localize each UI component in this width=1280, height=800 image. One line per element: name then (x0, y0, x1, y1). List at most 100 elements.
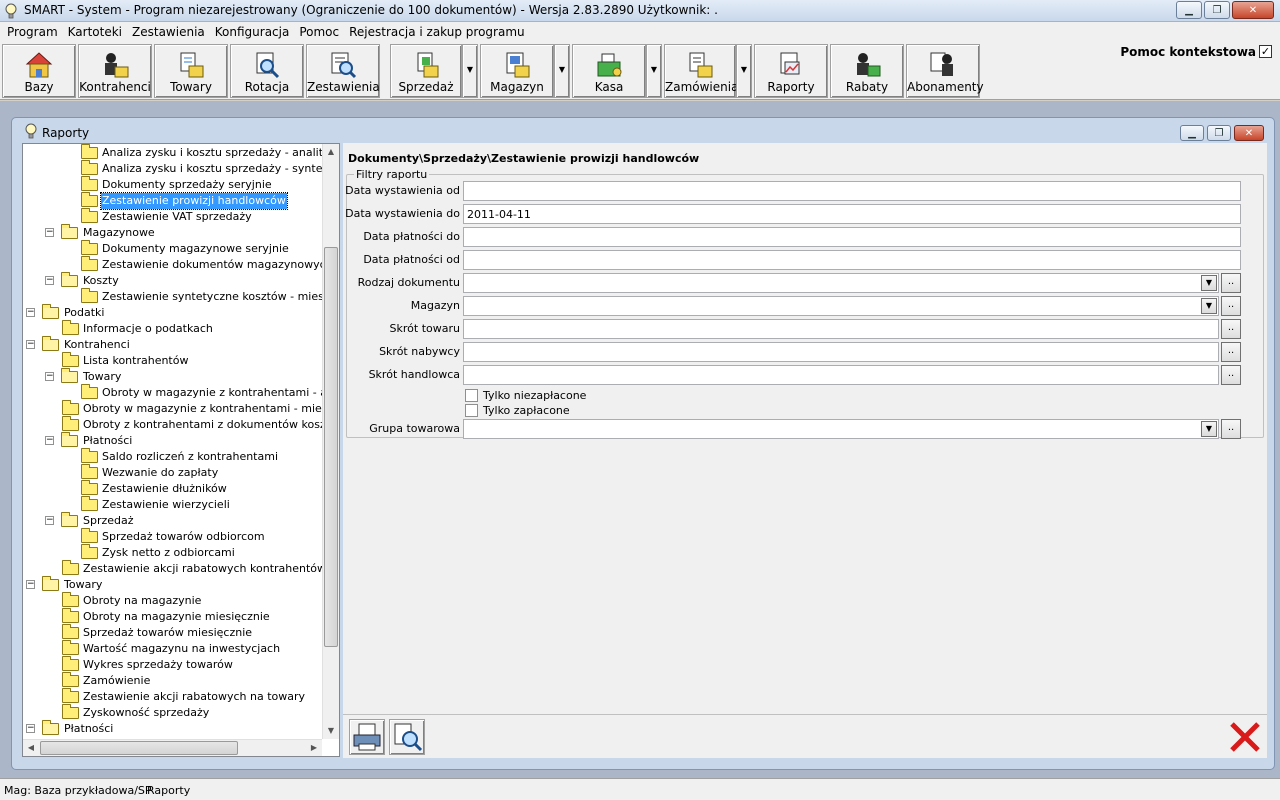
filter-row: Grupa towarowa ▼ .. (347, 419, 1265, 439)
product-code-browse-button[interactable]: .. (1221, 319, 1241, 339)
warehouse-select[interactable] (463, 296, 1219, 316)
product-group-browse-button[interactable]: .. (1221, 419, 1241, 439)
tree-collapse-icon[interactable]: − (26, 580, 35, 589)
tree-item-label: Zamówienie (83, 674, 151, 687)
folder-icon (62, 608, 79, 623)
order-icon (689, 52, 713, 78)
toolbar-sprzedaz-button[interactable]: Sprzedaż (390, 44, 462, 98)
magazyn-dropdown[interactable]: ▼ (554, 44, 570, 98)
warehouse-browse-button[interactable]: .. (1221, 296, 1241, 316)
house-icon (25, 52, 53, 78)
print-button[interactable] (349, 719, 385, 755)
folder-open-icon (61, 432, 78, 447)
toolbar-towary-button[interactable]: Towary (154, 44, 228, 98)
scroll-up-arrow-icon[interactable]: ▲ (323, 144, 339, 160)
toolbar-raporty-button[interactable]: Raporty (754, 44, 828, 98)
tree-collapse-icon[interactable]: − (26, 724, 35, 733)
menu-kartoteki[interactable]: Kartoteki (63, 25, 127, 39)
tree-collapse-icon[interactable]: − (45, 516, 54, 525)
menu-rejestracja[interactable]: Rejestracja i zakup programu (344, 25, 530, 39)
scroll-down-arrow-icon[interactable]: ▼ (323, 723, 339, 739)
document-type-select[interactable] (463, 273, 1219, 293)
sales-icon (417, 52, 439, 78)
child-maximize-button[interactable]: ❐ (1207, 125, 1231, 141)
toolbar-zestawienia-button[interactable]: Zestawienia (306, 44, 380, 98)
document-type-browse-button[interactable]: .. (1221, 273, 1241, 293)
product-group-select[interactable] (463, 419, 1219, 439)
chevron-down-icon[interactable]: ▼ (1201, 298, 1217, 314)
status-warehouse: Mag: Baza przykładowa/SP (4, 784, 152, 797)
product-code-input[interactable] (463, 319, 1219, 339)
only-unpaid-checkbox[interactable] (465, 389, 478, 402)
tree-item-label: Kontrahenci (64, 338, 130, 351)
salesperson-code-browse-button[interactable]: .. (1221, 365, 1241, 385)
buyer-code-browse-button[interactable]: .. (1221, 342, 1241, 362)
filter-row: Rodzaj dokumentu ▼ .. (347, 273, 1265, 293)
menu-zestawienia[interactable]: Zestawienia (127, 25, 210, 39)
tree-collapse-icon[interactable]: − (26, 308, 35, 317)
toolbar-magazyn-button[interactable]: Magazyn (480, 44, 554, 98)
child-close-button[interactable]: ✕ (1234, 125, 1264, 141)
chevron-down-icon[interactable]: ▼ (1201, 421, 1217, 437)
menu-pomoc[interactable]: Pomoc (294, 25, 344, 39)
minimize-button[interactable]: ▁ (1176, 1, 1202, 19)
child-minimize-button[interactable]: ▁ (1180, 125, 1204, 141)
toolbar-zamowienia-button[interactable]: Zamówienia (664, 44, 738, 98)
maximize-button[interactable]: ❐ (1204, 1, 1230, 19)
scroll-right-arrow-icon[interactable]: ▶ (306, 740, 322, 756)
folder-icon (81, 496, 98, 511)
tree-item-label: Zestawienie wierzycieli (102, 498, 230, 511)
folder-icon (62, 656, 79, 671)
tree-item-label: Obroty na magazynie miesięcznie (83, 610, 270, 623)
toolbar-kontrahenci-button[interactable]: Kontrahenci (78, 44, 152, 98)
menu-konfiguracja[interactable]: Konfiguracja (210, 25, 295, 39)
menu-program[interactable]: Program (2, 25, 63, 39)
toolbar-abonamenty-button[interactable]: Abonamenty (906, 44, 984, 98)
tree-item-label: Wykres sprzedaży towarów (83, 658, 233, 671)
close-report-icon[interactable] (1227, 719, 1263, 755)
payment-date-to-input[interactable] (463, 227, 1241, 247)
tree-item-label: Dokumenty sprzedaży seryjnie (102, 178, 272, 191)
tree-horizontal-scrollbar[interactable]: ◀ ▶ (23, 739, 322, 756)
chevron-down-icon[interactable]: ▼ (1201, 275, 1217, 291)
menu-bar: Program Kartoteki Zestawienia Konfigurac… (0, 22, 1280, 42)
kasa-dropdown[interactable]: ▼ (646, 44, 662, 98)
hscroll-thumb[interactable] (40, 741, 238, 755)
date-issued-to-input[interactable] (463, 204, 1241, 224)
only-paid-checkbox[interactable] (465, 404, 478, 417)
salesperson-code-input[interactable] (463, 365, 1219, 385)
warehouse-icon (506, 52, 530, 78)
tree-vertical-scrollbar[interactable]: ▲ ▼ (322, 144, 339, 739)
close-button[interactable]: ✕ (1232, 1, 1274, 19)
context-help-checkbox[interactable]: ✓ (1259, 45, 1272, 58)
tree-collapse-icon[interactable]: − (45, 228, 54, 237)
folder-open-icon (42, 720, 59, 735)
toolbar-kasa-button[interactable]: Kasa (572, 44, 646, 98)
sprzedaz-dropdown[interactable]: ▼ (462, 44, 478, 98)
folder-icon (62, 320, 79, 335)
filter-row: Skrót handlowca .. (347, 365, 1265, 385)
people-icon (105, 53, 129, 78)
date-issued-from-input[interactable] (463, 181, 1241, 201)
toolbar-rotacja-button[interactable]: Rotacja (230, 44, 304, 98)
tree-collapse-icon[interactable]: − (45, 372, 54, 381)
folder-icon (81, 176, 98, 191)
scroll-left-arrow-icon[interactable]: ◀ (23, 740, 39, 756)
toolbar-rabaty-button[interactable]: Rabaty (830, 44, 904, 98)
toolbar-bazy-button[interactable]: Bazy (2, 44, 76, 98)
tree-collapse-icon[interactable]: − (45, 436, 54, 445)
tree-item-label: Magazynowe (83, 226, 155, 239)
zamowienia-dropdown[interactable]: ▼ (736, 44, 752, 98)
tree-collapse-icon[interactable]: − (26, 340, 35, 349)
report-tree: Analiza zysku i kosztu sprzedaży - anali… (22, 143, 340, 757)
folder-icon (81, 288, 98, 303)
filter-row: Data wystawienia do (345, 204, 1265, 224)
subscription-icon (930, 52, 953, 76)
tree-collapse-icon[interactable]: − (45, 276, 54, 285)
preview-button[interactable] (389, 719, 425, 755)
scroll-thumb[interactable] (324, 247, 338, 647)
child-window-title: Raporty (42, 126, 90, 140)
payment-date-from-input[interactable] (463, 250, 1241, 270)
lightbulb-icon (5, 3, 17, 19)
buyer-code-input[interactable] (463, 342, 1219, 362)
